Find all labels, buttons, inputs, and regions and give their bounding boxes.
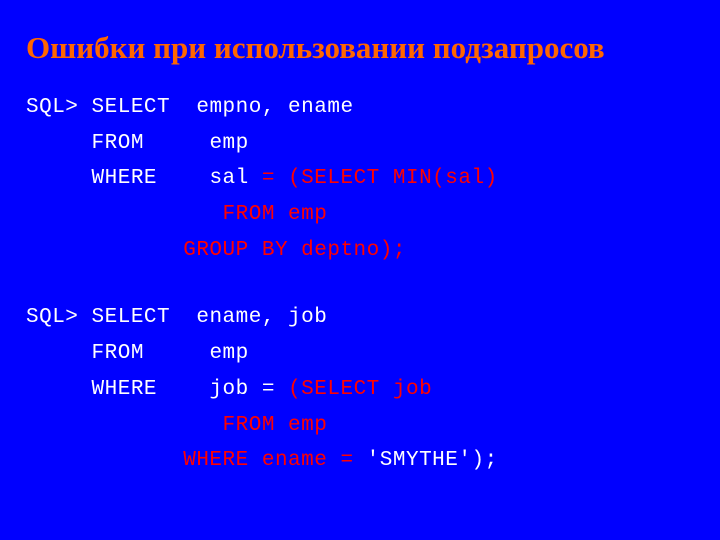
sql-block-1: SQL> SELECT empno, ename FROM emp WHERE …	[26, 90, 694, 268]
sql-text: emp	[183, 342, 249, 365]
sql-text: 'SMYTHE');	[367, 449, 498, 472]
sql-text: FROM	[26, 342, 183, 365]
slide-title: Ошибки при использовании подзапросов	[26, 30, 694, 66]
sql-text: job =	[183, 378, 288, 401]
sql-block-2: SQL> SELECT ename, job FROM emp WHERE jo…	[26, 300, 694, 478]
sql-error-text: = (SELECT MIN(sal)	[262, 167, 498, 190]
sql-error-text: WHERE ename =	[26, 449, 367, 472]
sql-text: SQL> SELECT	[26, 306, 183, 329]
slide: Ошибки при использовании подзапросов SQL…	[0, 0, 720, 540]
sql-error-text: FROM emp	[26, 414, 327, 437]
sql-text: ename, job	[183, 306, 327, 329]
sql-error-text: GROUP BY deptno);	[26, 239, 406, 262]
sql-error-text: (SELECT job	[288, 378, 432, 401]
sql-text: WHERE	[26, 378, 183, 401]
sql-text: emp	[183, 132, 249, 155]
sql-text: sal	[183, 167, 262, 190]
sql-text: SQL> SELECT	[26, 96, 183, 119]
sql-text: empno, ename	[183, 96, 353, 119]
sql-text: WHERE	[26, 167, 183, 190]
sql-text: FROM	[26, 132, 183, 155]
sql-error-text: FROM emp	[26, 203, 327, 226]
